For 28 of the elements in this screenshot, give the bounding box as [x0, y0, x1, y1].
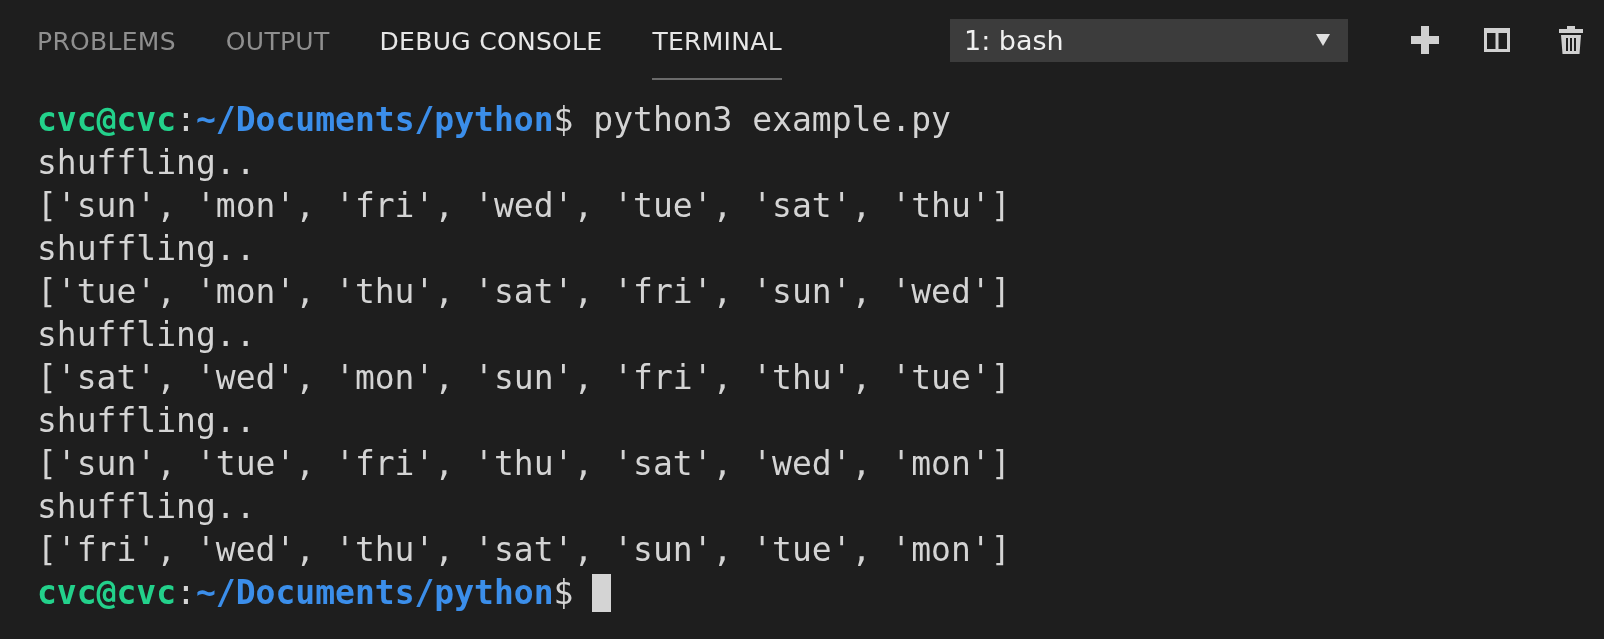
prompt-path: ~/Documents/python — [195, 572, 554, 614]
caret-icon — [1316, 34, 1330, 46]
output-line: ['fri', 'wed', 'thu', 'sat', 'sun', 'tue', 'mon'] — [37, 529, 1011, 571]
prompt-symbol: $ — [553, 99, 574, 141]
terminal-select[interactable]: 1: bash — [950, 18, 1348, 62]
prompt-separator: : — [176, 99, 196, 141]
command-text: python3 example.py — [592, 99, 951, 141]
output-line: ['sun', 'tue', 'fri', 'thu', 'sat', 'wed', 'mon'] — [37, 443, 1011, 485]
plus-icon[interactable] — [1410, 25, 1440, 55]
output-line: shuffling.. — [37, 400, 256, 442]
prompt-user: cvc@cvc — [37, 572, 177, 614]
panel-tab[interactable]: OUTPUT — [225, 0, 330, 80]
prompt-path: ~/Documents/python — [195, 99, 554, 141]
output-line: ['tue', 'mon', 'thu', 'sat', 'fri', 'sun', 'wed'] — [37, 271, 1011, 313]
prompt-user: cvc@cvc — [37, 99, 177, 141]
trash-icon[interactable] — [1556, 25, 1586, 55]
output-line: shuffling.. — [37, 314, 256, 356]
output-line: shuffling.. — [37, 228, 256, 270]
output-line: shuffling.. — [37, 486, 256, 528]
panel-tab[interactable]: DEBUG CONSOLE — [379, 0, 603, 80]
output-line: ['sun', 'mon', 'fri', 'wed', 'tue', 'sat', 'thu'] — [37, 185, 1011, 227]
output-line: ['sat', 'wed', 'mon', 'sun', 'fri', 'thu', 'tue'] — [37, 357, 1011, 399]
panel-tab[interactable]: PROBLEMS — [37, 0, 176, 80]
panel-tab[interactable]: TERMINAL — [652, 0, 782, 80]
output-line: shuffling.. — [37, 142, 256, 184]
prompt-separator: : — [176, 572, 196, 614]
split-icon[interactable] — [1482, 25, 1512, 55]
prompt-symbol: $ — [553, 572, 574, 614]
